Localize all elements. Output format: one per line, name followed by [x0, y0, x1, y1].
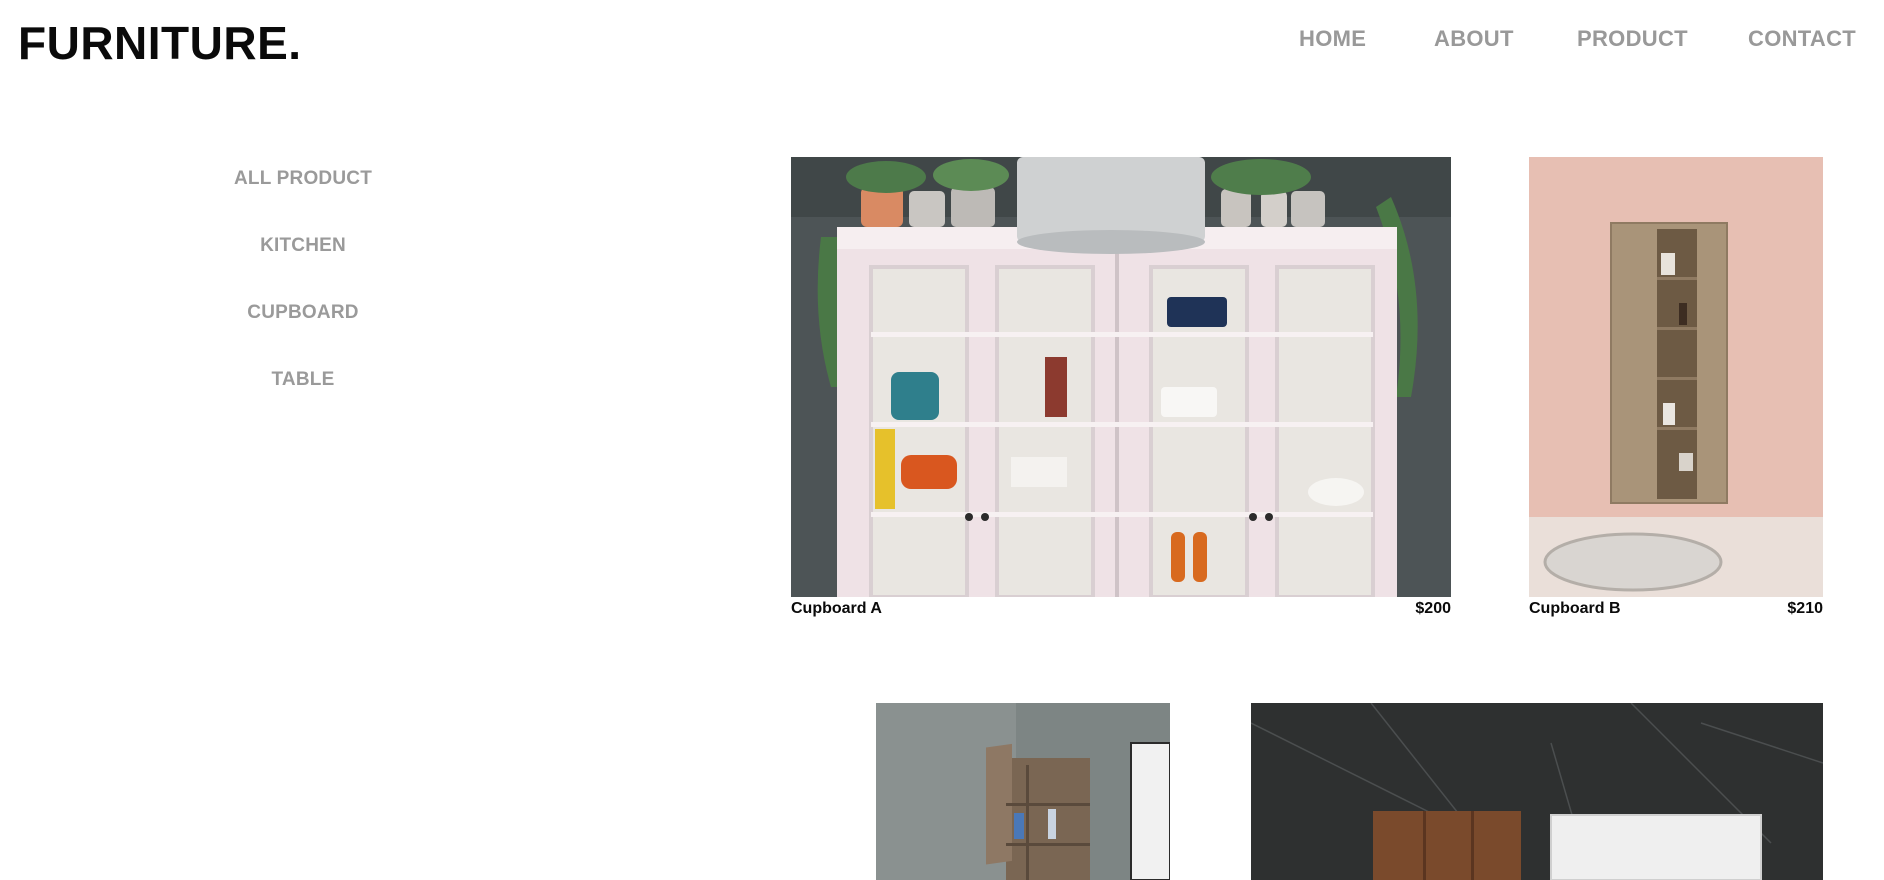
nav-product[interactable]: PRODUCT [1577, 26, 1688, 52]
site-logo[interactable]: FURNITURE. [18, 16, 302, 70]
category-kitchen[interactable]: KITCHEN [103, 235, 503, 257]
category-cupboard[interactable]: CUPBOARD [103, 302, 503, 324]
product-image-4[interactable] [1251, 703, 1823, 880]
product-image-cupboard-b[interactable] [1529, 157, 1823, 597]
product-card-3[interactable] [876, 703, 1170, 880]
product-card-4[interactable] [1251, 703, 1823, 880]
product-image-3[interactable] [876, 703, 1170, 880]
category-table[interactable]: TABLE [103, 369, 503, 391]
product-name-cupboard-b[interactable]: Cupboard B [1529, 600, 1621, 618]
product-price-cupboard-a: $200 [1415, 600, 1451, 617]
nav-home[interactable]: HOME [1299, 26, 1366, 52]
product-price-cupboard-b: $210 [1787, 600, 1823, 617]
product-card-cupboard-a[interactable]: Cupboard A $200 [791, 157, 1451, 627]
product-name-cupboard-a[interactable]: Cupboard A [791, 600, 882, 618]
nav-about[interactable]: ABOUT [1434, 26, 1514, 52]
nav-contact[interactable]: CONTACT [1748, 26, 1856, 52]
product-image-cupboard-a[interactable] [791, 157, 1451, 597]
product-card-cupboard-b[interactable]: Cupboard B $210 [1529, 157, 1823, 627]
category-all-product[interactable]: ALL PRODUCT [103, 168, 503, 190]
